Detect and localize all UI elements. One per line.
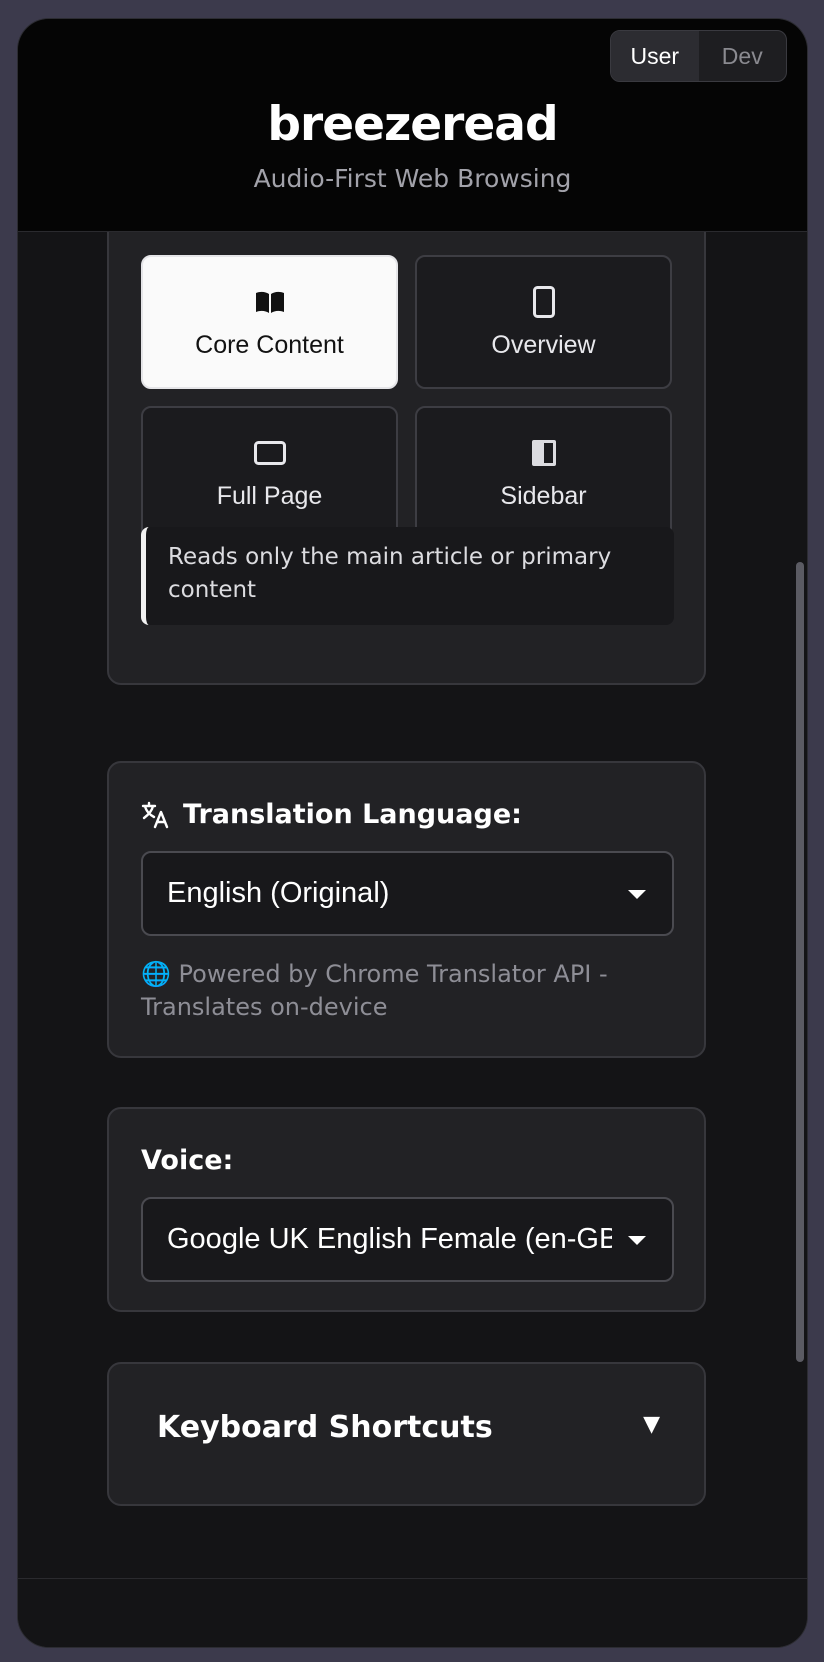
open-book-icon — [254, 285, 286, 319]
app-title: breezeread — [267, 97, 558, 152]
header: User Dev breezeread Audio-First Web Brow… — [18, 19, 807, 232]
expand-triangle-icon[interactable]: ▼ — [643, 1412, 660, 1437]
translation-note: 🌐 Powered by Chrome Translator API - Tra… — [141, 960, 608, 1021]
keyboard-shortcuts-card[interactable]: Keyboard Shortcuts ▼ — [107, 1362, 706, 1506]
user-dev-toggle: User Dev — [610, 30, 787, 82]
half-filled-panel-icon — [530, 436, 558, 470]
reading-mode-card: Core Content Overview Full Page Sidebar — [107, 232, 706, 685]
reading-mode-label: Sidebar — [500, 481, 587, 510]
reading-mode-label: Core Content — [195, 330, 344, 359]
dev-mode-button[interactable]: Dev — [699, 31, 787, 81]
app-subtitle: Audio-First Web Browsing — [253, 164, 572, 193]
reading-mode-label: Full Page — [216, 481, 323, 510]
translation-language-value: English (Original) — [167, 877, 390, 909]
reading-mode-overview-button[interactable]: Overview — [415, 255, 672, 389]
extension-window: User Dev breezeread Audio-First Web Brow… — [17, 18, 808, 1648]
translation-label: Translation Language: — [141, 799, 522, 830]
reading-mode-description: Reads only the main article or primary c… — [141, 527, 674, 625]
scrollbar-thumb[interactable] — [796, 562, 804, 1362]
user-mode-button[interactable]: User — [611, 31, 699, 81]
phone-outline-icon — [532, 285, 556, 319]
voice-label: Voice: — [141, 1145, 234, 1176]
reading-mode-sidebar-button[interactable]: Sidebar — [415, 406, 672, 540]
voice-select[interactable]: Google UK English Female (en-GB) — [141, 1197, 674, 1282]
translate-icon — [141, 801, 169, 829]
translation-language-select[interactable]: English (Original) — [141, 851, 674, 936]
keyboard-shortcuts-title: Keyboard Shortcuts — [157, 1410, 493, 1445]
translation-label-text: Translation Language: — [183, 799, 522, 830]
reading-mode-core-content-button[interactable]: Core Content — [141, 255, 398, 389]
rectangle-outline-icon — [253, 436, 287, 470]
settings-scroll-area[interactable]: Core Content Overview Full Page Sidebar — [18, 232, 807, 1578]
voice-card: Voice: Google UK English Female (en-GB) — [107, 1107, 706, 1312]
chevron-down-icon — [628, 890, 646, 899]
footer — [18, 1578, 807, 1647]
reading-mode-label: Overview — [491, 330, 596, 359]
reading-mode-full-page-button[interactable]: Full Page — [141, 406, 398, 540]
chevron-down-icon — [628, 1236, 646, 1245]
translation-card: Translation Language: English (Original)… — [107, 761, 706, 1058]
voice-value: Google UK English Female (en-GB) — [167, 1223, 612, 1255]
